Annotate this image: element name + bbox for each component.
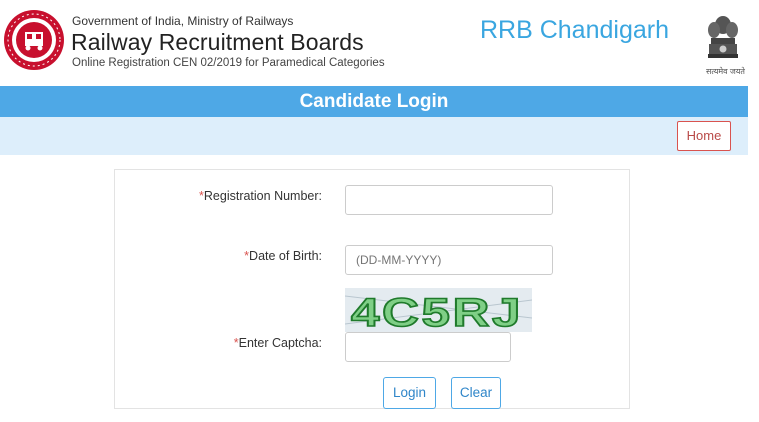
rrb-name: RRB Chandigarh <box>480 16 669 44</box>
captcha-label-text: Enter Captcha: <box>238 336 322 350</box>
header: Government of India, Ministry of Railway… <box>0 0 759 86</box>
dob-label: *Date of Birth: <box>160 249 322 263</box>
dob-input[interactable] <box>345 245 553 275</box>
dob-label-text: Date of Birth: <box>249 249 322 263</box>
captcha-image: 4C5RJ <box>344 288 533 336</box>
login-button[interactable]: Login <box>383 377 436 409</box>
candidate-login-title: Candidate Login <box>0 86 748 117</box>
home-button[interactable]: Home <box>677 121 731 151</box>
registration-number-input[interactable] <box>345 185 553 215</box>
registration-number-label: *Registration Number: <box>160 189 322 203</box>
ministry-line: Government of India, Ministry of Railway… <box>72 14 294 28</box>
org-title: Railway Recruitment Boards <box>71 29 364 55</box>
captcha-input[interactable] <box>345 332 511 362</box>
registration-number-label-text: Registration Number: <box>203 189 322 203</box>
nav-bar <box>0 117 748 155</box>
captcha-label: *Enter Captcha: <box>160 336 322 350</box>
clear-button[interactable]: Clear <box>451 377 501 409</box>
page: Government of India, Ministry of Railway… <box>0 0 759 422</box>
captcha-graphic: 4C5RJ <box>344 290 533 336</box>
railway-logo-icon <box>4 10 64 70</box>
registration-subtitle: Online Registration CEN 02/2019 for Para… <box>72 57 385 69</box>
emblem-caption: सत्यमेव जयते <box>706 67 745 76</box>
captcha-text: 4C5RJ <box>351 291 523 332</box>
